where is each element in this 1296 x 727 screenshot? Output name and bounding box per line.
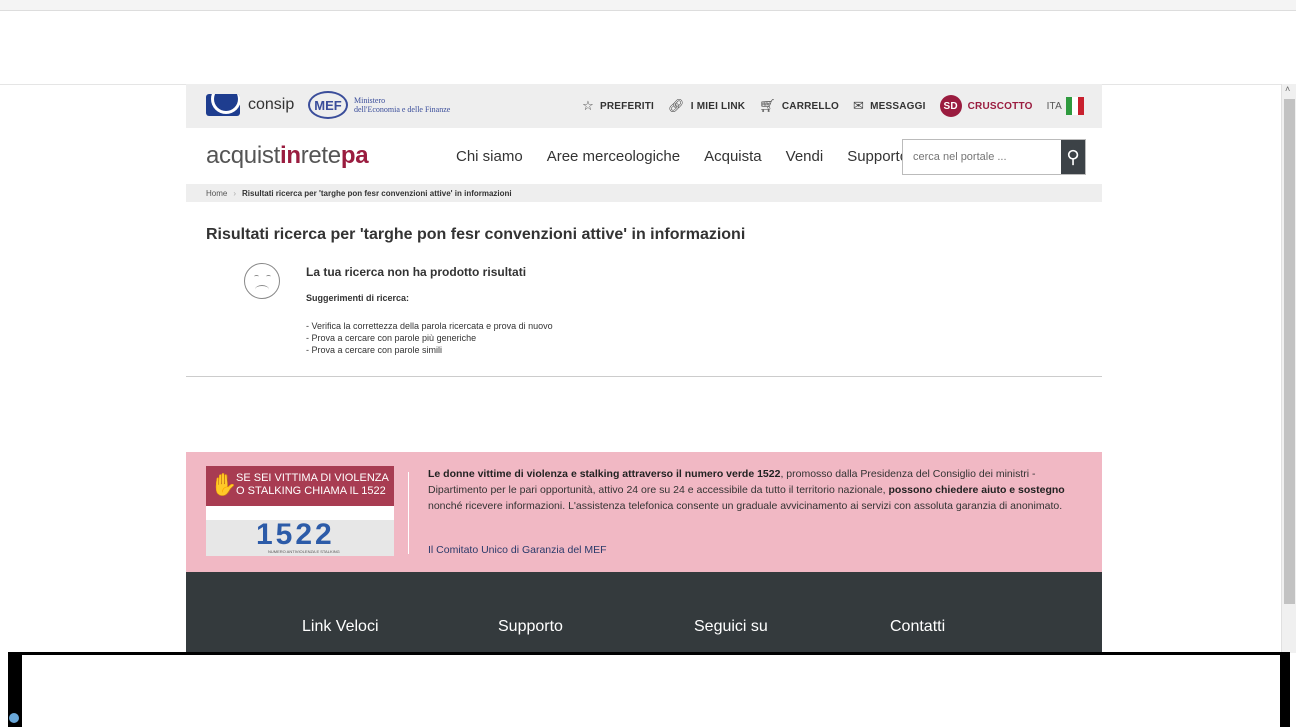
search-button[interactable]: ⚲ (1061, 140, 1085, 174)
hotline-line2: O STALKING CHIAMA IL 1522 (236, 485, 386, 497)
consip-logo-icon (206, 94, 240, 116)
header-main: acquistinretepa Chi siamo Aree merceolog… (186, 128, 1102, 184)
search-box: ⚲ (902, 139, 1086, 175)
divider (186, 376, 1102, 377)
avatar: SD (939, 95, 962, 117)
app-icon[interactable] (9, 713, 19, 723)
carrello-link[interactable]: 🛒︎ CARRELLO (759, 98, 839, 114)
banner-text: Le donne vittime di violenza e stalking … (428, 466, 1088, 514)
nav-acquista[interactable]: Acquista (704, 148, 762, 165)
hotline-sub: NUMERO ANTIVIOLENZA E STALKING (268, 549, 340, 554)
carrello-label: CARRELLO (781, 100, 840, 112)
breadcrumb: Home › Risultati ricerca per 'targhe pon… (186, 184, 1102, 202)
nav-supporto[interactable]: Supporto (847, 148, 908, 165)
preferiti-link[interactable]: ☆ PREFERITI (582, 98, 654, 114)
banner-bold2: possono chiedere aiuto e sostegno (888, 484, 1065, 496)
hand-icon: ✋ (210, 472, 238, 497)
miei-link-link[interactable]: 🔗︎ I MIEI LINK (668, 98, 745, 114)
nav-vendi[interactable]: Vendi (786, 148, 824, 165)
eye-right (266, 275, 271, 278)
scroll-up-icon[interactable]: ˄ (1285, 84, 1290, 94)
mef-logo-icon: MEF (308, 91, 348, 119)
brand-part4: pa (340, 142, 369, 169)
hotline-number: 1522 (256, 518, 335, 551)
suggestion-item: - Prova a cercare con parole simili (306, 345, 443, 355)
footer-link-veloci: Link Veloci (302, 618, 379, 635)
mef-logo[interactable]: MEF Ministero dell'Economia e delle Fina… (308, 91, 450, 119)
vertical-scrollbar[interactable]: ˄ (1281, 84, 1296, 653)
suggestion-item: - Verifica la correttezza della parola r… (306, 321, 553, 331)
search-icon: ⚲ (1066, 146, 1080, 167)
main-nav: Chi siamo Aree merceologiche Acquista Ve… (456, 148, 932, 165)
nav-chi-siamo[interactable]: Chi siamo (456, 148, 523, 165)
eye-left (254, 275, 259, 278)
breadcrumb-home[interactable]: Home (206, 189, 227, 198)
scrollbar-thumb[interactable] (1284, 99, 1295, 604)
footer-supporto: Supporto (498, 618, 563, 635)
browser-top-strip (0, 0, 1296, 11)
mef-logo-text: Ministero dell'Economia e delle Finanze (354, 96, 450, 114)
language-selector[interactable]: ITA (1047, 97, 1084, 115)
suggestion-item: - Prova a cercare con parole più generic… (306, 333, 477, 343)
sad-face-icon (244, 263, 280, 299)
link-icon: 🔗︎ (668, 98, 685, 113)
banner-bold1: Le donne vittime di violenza e stalking … (428, 468, 781, 480)
preferiti-label: PREFERITI (599, 100, 655, 112)
brand-part3: rete (300, 142, 341, 169)
breadcrumb-separator-icon: › (233, 188, 237, 198)
cruscotto-link[interactable]: SD CRUSCOTTO (939, 95, 1033, 117)
mouth (255, 285, 269, 294)
consip-label: consip (248, 96, 295, 113)
consip-logo[interactable]: consip (206, 93, 294, 117)
hotline-line1: SE SEI VITTIMA DI VIOLENZA (236, 472, 389, 484)
messaggi-label: MESSAGGI (870, 100, 926, 112)
footer-contatti: Contatti (890, 618, 946, 635)
brand-logo[interactable]: acquistinretepa (206, 142, 369, 170)
page-title: Risultati ricerca per 'targhe pon fesr c… (206, 226, 746, 243)
cug-link[interactable]: Il Comitato Unico di Garanzia del MEF (428, 544, 607, 556)
footer: Link Veloci Supporto Seguici su Contatti (186, 572, 1102, 653)
hotline-1522-image[interactable]: SE SEI VITTIMA DI VIOLENZA O STALKING CH… (206, 466, 394, 556)
messaggi-link[interactable]: ✉ MESSAGGI (853, 98, 926, 114)
mef-text-line1: Ministero (354, 96, 386, 105)
star-icon: ☆ (582, 98, 594, 113)
utility-menu: ☆ PREFERITI 🔗︎ I MIEI LINK 🛒︎ CARRELLO ✉… (568, 95, 1084, 117)
nav-aree-merceologiche[interactable]: Aree merceologiche (547, 148, 680, 165)
divider (408, 472, 409, 554)
envelope-icon: ✉ (853, 98, 865, 113)
italy-flag-icon (1066, 97, 1084, 115)
header-utility-bar: consip MEF Ministero dell'Economia e del… (186, 84, 1102, 128)
cruscotto-label: CRUSCOTTO (967, 100, 1033, 112)
breadcrumb-current: Risultati ricerca per 'targhe pon fesr c… (242, 188, 512, 198)
cart-icon: 🛒︎ (759, 98, 776, 113)
brand-part1: acquist (206, 142, 280, 169)
miei-link-label: I MIEI LINK (690, 100, 746, 112)
suggestions-list: - Verifica la correttezza della parola r… (306, 320, 553, 356)
overlay-panel (22, 655, 1280, 727)
brand-part2: in (279, 142, 301, 169)
violence-banner: SE SEI VITTIMA DI VIOLENZA O STALKING CH… (186, 452, 1102, 572)
banner-text3: nonché ricevere informazioni. L'assisten… (428, 500, 1063, 512)
suggestions-title: Suggerimenti di ricerca: (306, 293, 410, 303)
search-input[interactable] (903, 140, 1061, 174)
footer-seguici: Seguici su (694, 618, 768, 635)
mef-text-line2: dell'Economia e delle Finanze (354, 105, 451, 114)
no-result-heading: La tua ricerca non ha prodotto risultati (306, 265, 527, 279)
language-label: ITA (1046, 100, 1062, 112)
